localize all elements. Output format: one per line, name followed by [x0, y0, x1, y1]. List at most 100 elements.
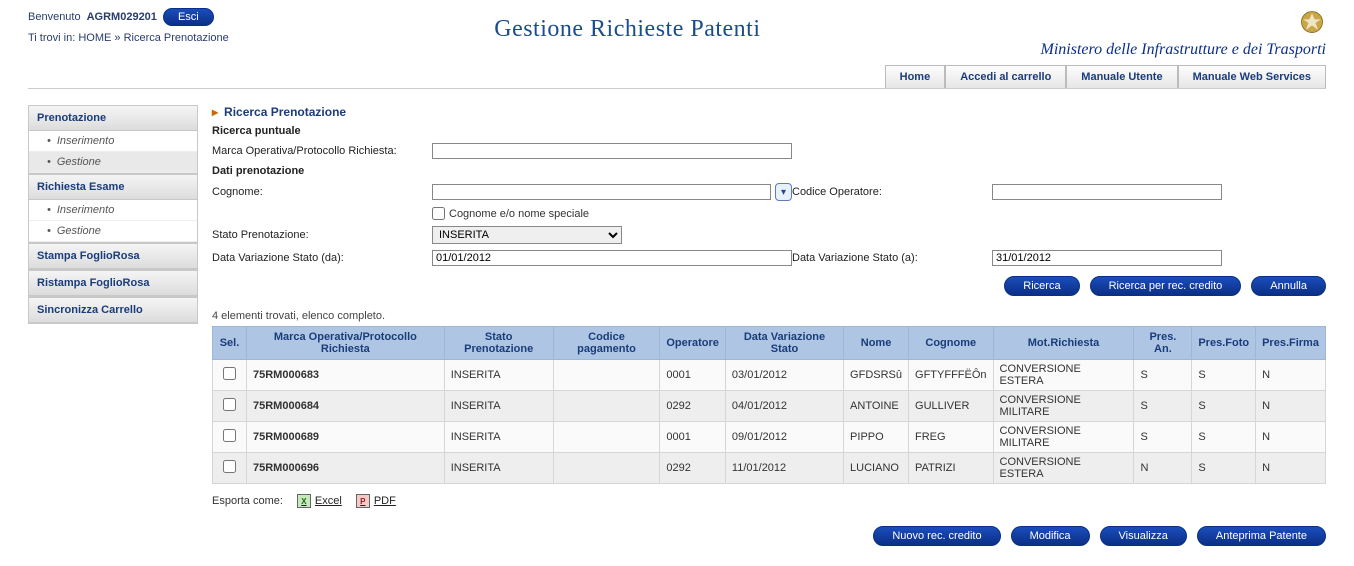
sidebar-item-inserimento[interactable]: Inserimento	[29, 200, 197, 221]
cognome-special-checkbox[interactable]	[432, 207, 445, 220]
cell-stato: INSERITA	[444, 391, 553, 422]
cognome-lookup-icon[interactable]: ▾	[775, 183, 792, 201]
cell-dvs: 09/01/2012	[725, 422, 843, 453]
ministry-text: Ministero delle Infrastrutture e dei Tra…	[1026, 41, 1326, 59]
tabs: HomeAccedi al carrelloManuale UtenteManu…	[28, 65, 1326, 89]
breadcrumb-current: Ricerca Prenotazione	[124, 32, 229, 44]
protocol-input[interactable]	[432, 143, 792, 159]
col-header: Nome	[844, 327, 909, 360]
sidebar-item-gestione[interactable]: Gestione	[29, 152, 197, 173]
breadcrumb-prefix: Ti trovi in:	[28, 32, 75, 44]
cognome-special-label: Cognome e/o nome speciale	[449, 208, 589, 220]
stato-label: Stato Prenotazione:	[212, 229, 432, 241]
cell-codice-pag	[553, 453, 660, 484]
welcome-block: Benvenuto AGRM029201 Esci Ti trovi in: H…	[28, 8, 229, 44]
table-row: 75RM000689INSERITA000109/01/2012PIPPOFRE…	[213, 422, 1326, 453]
row-checkbox[interactable]	[223, 429, 236, 442]
export-excel-link[interactable]: XExcel	[297, 494, 342, 508]
col-header: Mot.Richiesta	[993, 327, 1134, 360]
cell-mot: CONVERSIONE ESTERA	[993, 360, 1134, 391]
table-row: 75RM000683INSERITA000103/01/2012GFDSRSûG…	[213, 360, 1326, 391]
cell-codice-pag	[553, 391, 660, 422]
ricerca-button[interactable]: Ricerca	[1004, 276, 1079, 296]
sidebar-head-ristampa-fogliorosa[interactable]: Ristampa FoglioRosa	[29, 271, 197, 296]
cognome-input[interactable]	[432, 184, 771, 200]
tab-manuale-utente[interactable]: Manuale Utente	[1066, 65, 1177, 88]
dvs-da-label: Data Variazione Stato (da):	[212, 252, 432, 264]
cell-cognome: GULLIVER	[909, 391, 994, 422]
col-header: Pres.Foto	[1192, 327, 1256, 360]
breadcrumb-sep: »	[114, 32, 120, 44]
col-header: Sel.	[213, 327, 247, 360]
cell-nome: LUCIANO	[844, 453, 909, 484]
col-header: Operatore	[660, 327, 726, 360]
content: Ricerca Prenotazione Ricerca puntuale Ma…	[212, 105, 1326, 546]
cell-cognome: GFTYFFFËÔn	[909, 360, 994, 391]
cell-codice-pag	[553, 360, 660, 391]
sidebar: PrenotazioneInserimentoGestioneRichiesta…	[28, 105, 198, 546]
codice-operatore-input[interactable]	[992, 184, 1222, 200]
sidebar-head-richiesta-esame[interactable]: Richiesta Esame	[29, 175, 197, 200]
sidebar-head-prenotazione[interactable]: Prenotazione	[29, 106, 197, 131]
row-checkbox[interactable]	[223, 398, 236, 411]
col-header: Pres.Firma	[1256, 327, 1326, 360]
cell-pres-firma: N	[1256, 422, 1326, 453]
cell-pres-foto: S	[1192, 360, 1256, 391]
export-pdf-link[interactable]: PPDF	[356, 494, 396, 508]
results-caption: 4 elementi trovati, elenco completo.	[212, 310, 1326, 322]
topbar: Benvenuto AGRM029201 Esci Ti trovi in: H…	[28, 8, 1326, 59]
dvs-a-input[interactable]	[992, 250, 1222, 266]
cell-operatore: 0001	[660, 360, 726, 391]
row-checkbox[interactable]	[223, 460, 236, 473]
cell-pres-an: S	[1134, 422, 1192, 453]
pdf-icon: P	[356, 494, 370, 508]
cell-pres-an: S	[1134, 360, 1192, 391]
tab-accedi-al-carrello[interactable]: Accedi al carrello	[945, 65, 1066, 88]
cell-pres-foto: S	[1192, 422, 1256, 453]
anteprima-patente-button[interactable]: Anteprima Patente	[1197, 526, 1326, 546]
col-header: Data Variazione Stato	[725, 327, 843, 360]
cell-nome: PIPPO	[844, 422, 909, 453]
cell-mot: CONVERSIONE ESTERA	[993, 453, 1134, 484]
cognome-label: Cognome:	[212, 186, 432, 198]
protocol-label: Marca Operativa/Protocollo Richiesta:	[212, 145, 432, 157]
cell-protocollo: 75RM000683	[247, 360, 445, 391]
cell-pres-an: N	[1134, 453, 1192, 484]
sidebar-item-gestione[interactable]: Gestione	[29, 221, 197, 242]
logout-button[interactable]: Esci	[163, 8, 214, 26]
sidebar-head-sincronizza-carrello[interactable]: Sincronizza Carrello	[29, 298, 197, 323]
table-row: 75RM000684INSERITA029204/01/2012ANTOINEG…	[213, 391, 1326, 422]
stato-select[interactable]: INSERITA	[432, 226, 622, 244]
ricerca-rec-credito-button[interactable]: Ricerca per rec. credito	[1090, 276, 1242, 296]
sidebar-item-inserimento[interactable]: Inserimento	[29, 131, 197, 152]
ministry-block: Ministero delle Infrastrutture e dei Tra…	[1026, 8, 1326, 59]
sidebar-head-stampa-fogliorosa[interactable]: Stampa FoglioRosa	[29, 244, 197, 269]
annulla-button[interactable]: Annulla	[1251, 276, 1326, 296]
col-header: Marca Operativa/Protocollo Richiesta	[247, 327, 445, 360]
nuovo-rec-credito-button[interactable]: Nuovo rec. credito	[873, 526, 1000, 546]
cell-operatore: 0292	[660, 453, 726, 484]
modifica-button[interactable]: Modifica	[1011, 526, 1090, 546]
cell-stato: INSERITA	[444, 422, 553, 453]
cell-operatore: 0001	[660, 422, 726, 453]
tab-home[interactable]: Home	[885, 65, 946, 88]
visualizza-button[interactable]: Visualizza	[1100, 526, 1187, 546]
row-checkbox[interactable]	[223, 367, 236, 380]
codice-operatore-label: Codice Operatore:	[792, 186, 992, 198]
cell-stato: INSERITA	[444, 360, 553, 391]
col-header: Cognome	[909, 327, 994, 360]
cell-pres-foto: S	[1192, 453, 1256, 484]
cell-select	[213, 360, 247, 391]
subhead-dati-prenotazione: Dati prenotazione	[212, 165, 1326, 177]
cell-protocollo: 75RM000689	[247, 422, 445, 453]
cell-pres-firma: N	[1256, 360, 1326, 391]
cell-stato: INSERITA	[444, 453, 553, 484]
cell-pres-an: S	[1134, 391, 1192, 422]
breadcrumb: Ti trovi in: HOME » Ricerca Prenotazione	[28, 32, 229, 44]
cell-mot: CONVERSIONE MILITARE	[993, 391, 1134, 422]
tab-manuale-web-services[interactable]: Manuale Web Services	[1178, 65, 1326, 88]
cell-protocollo: 75RM000684	[247, 391, 445, 422]
breadcrumb-home-link[interactable]: HOME	[78, 32, 111, 44]
subhead-ricerca-puntuale: Ricerca puntuale	[212, 125, 1326, 137]
dvs-da-input[interactable]	[432, 250, 792, 266]
